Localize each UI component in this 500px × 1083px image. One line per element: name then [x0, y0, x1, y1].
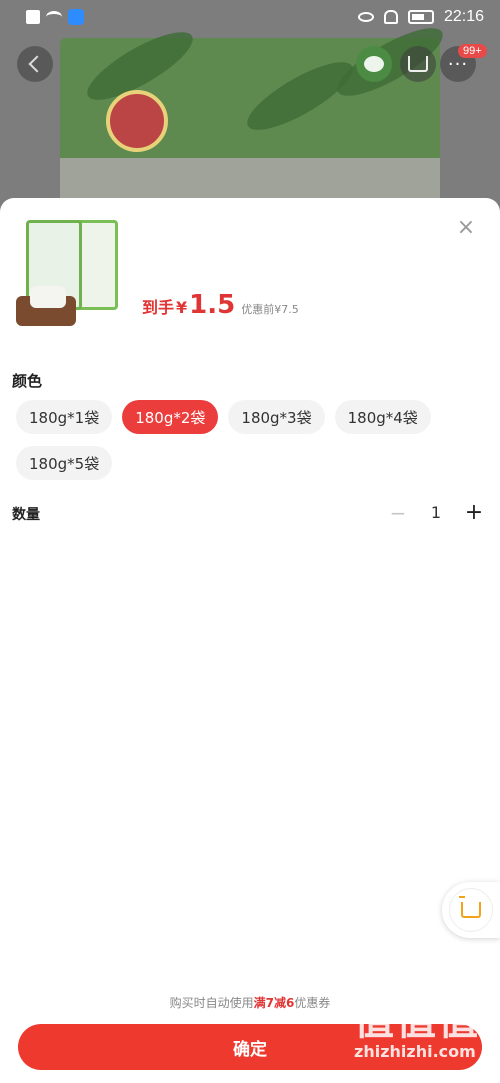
coupon-note-highlight: 满7减6	[253, 996, 295, 1010]
battery-icon	[407, 10, 434, 24]
muted-bell-icon	[383, 10, 398, 24]
watermark-text: zhizhizhi.com	[354, 1042, 476, 1061]
close-icon: ×	[456, 215, 476, 240]
back-button[interactable]	[17, 46, 53, 82]
coupon-note-prefix: 购买时自动使用	[169, 996, 254, 1010]
coupon-note-suffix: 优惠券	[294, 996, 331, 1010]
currency-symbol: ¥	[176, 298, 188, 317]
wechat-icon	[364, 56, 384, 72]
quantity-value[interactable]: 1	[426, 503, 446, 522]
status-left	[26, 9, 84, 25]
notification-badge: 99+	[458, 44, 487, 58]
site-watermark: 值值值 zhizhizhi.com	[354, 1000, 490, 1070]
color-section-label: 颜色	[12, 372, 43, 390]
wechat-share-button[interactable]	[356, 46, 392, 82]
cart-button[interactable]	[400, 46, 436, 82]
noodle-image	[30, 286, 66, 308]
price-value: 1.5	[189, 290, 236, 320]
wifi-icon	[46, 11, 62, 23]
status-time: 22:16	[443, 8, 484, 25]
color-option-5[interactable]: 180g*5袋	[16, 446, 113, 480]
watermark-logo: 值值值	[354, 998, 480, 1044]
cart-icon	[408, 56, 428, 72]
original-price: 优惠前¥7.5	[241, 303, 299, 316]
back-icon	[28, 55, 46, 73]
quantity-label: 数量	[12, 507, 40, 523]
eye-icon	[357, 12, 374, 22]
plus-icon[interactable]: +	[464, 500, 484, 525]
leaf-decoration	[239, 50, 361, 142]
alert-icon	[26, 10, 40, 24]
status-bar: 22:16	[0, 0, 500, 34]
close-button[interactable]: ×	[456, 215, 476, 240]
color-option-1[interactable]: 180g*1袋	[16, 400, 113, 434]
status-right: 22:16	[357, 8, 484, 26]
app-notification-icon	[68, 9, 84, 25]
quantity-stepper: − 1 +	[388, 500, 484, 525]
color-option-2[interactable]: 180g*2袋	[122, 400, 219, 434]
price-row: 到手 ¥ 1.5 优惠前¥7.5	[142, 290, 299, 320]
price-prefix: 到手	[142, 298, 175, 317]
floating-cart-icon	[459, 896, 481, 918]
floating-cart-inner	[449, 888, 493, 932]
color-option-4[interactable]: 180g*4袋	[334, 400, 431, 434]
floating-cart-button[interactable]	[442, 882, 500, 938]
color-option-3[interactable]: 180g*3袋	[228, 400, 325, 434]
brand-logo	[106, 90, 168, 152]
sku-selection-sheet: × 到手 ¥ 1.5 优惠前¥7.5 颜色 180g*1袋 180g*2袋 18…	[0, 198, 500, 1083]
color-options: 180g*1袋 180g*2袋 180g*3袋 180g*4袋 180g*5袋	[16, 400, 486, 480]
product-thumbnail	[16, 218, 118, 326]
minus-icon[interactable]: −	[388, 501, 408, 525]
